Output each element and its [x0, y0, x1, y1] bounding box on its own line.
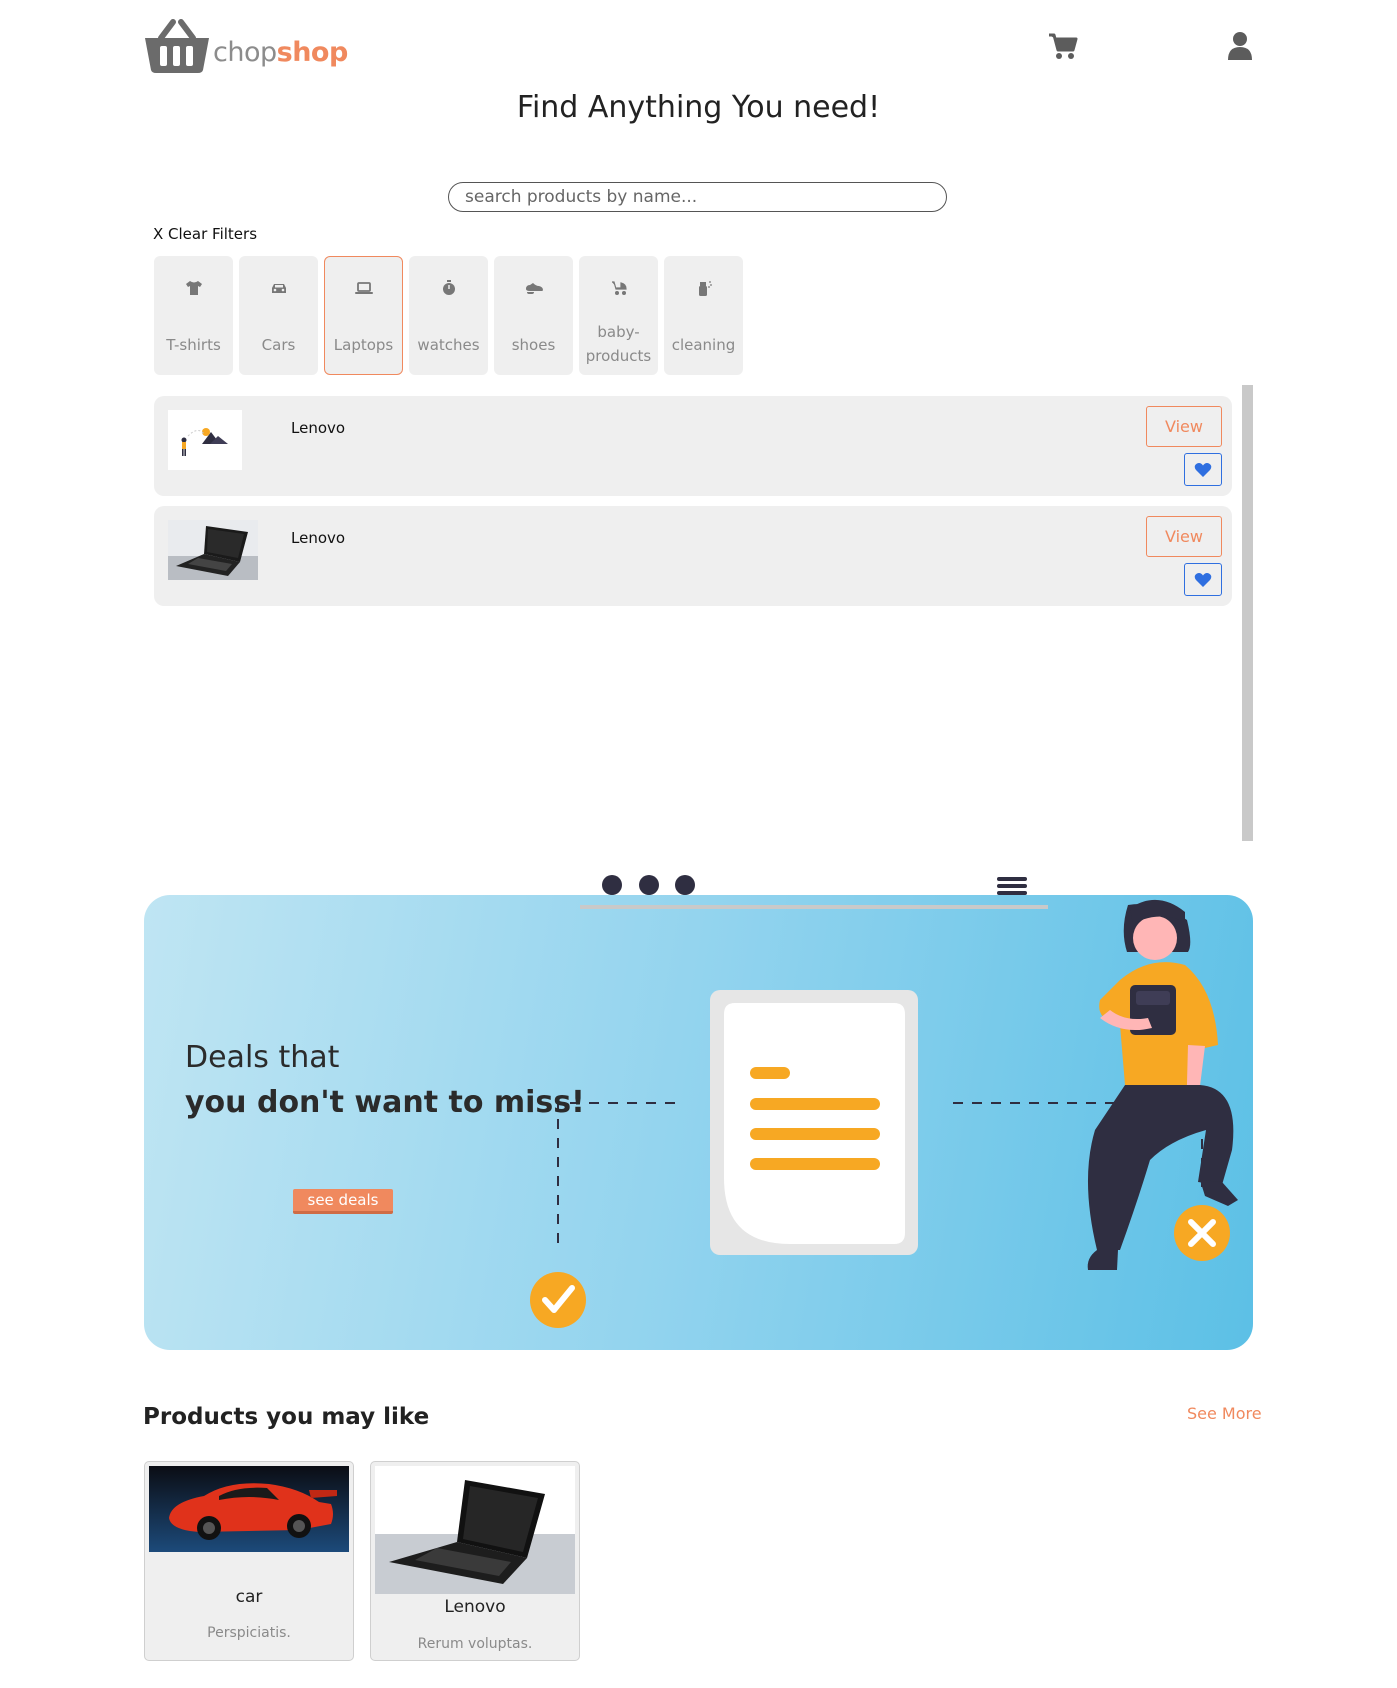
- user-icon[interactable]: [1227, 31, 1253, 61]
- product-card-description: Rerum voluptas.: [417, 1636, 533, 1652]
- product-card-name: car: [235, 1587, 263, 1607]
- logo-text: chopshop: [213, 37, 348, 68]
- product-image: [375, 1466, 575, 1594]
- product-card[interactable]: car Perspiciatis.: [144, 1461, 354, 1661]
- category-laptops[interactable]: Laptops: [324, 256, 403, 375]
- logo-word-shop: shop: [276, 37, 349, 68]
- spray-bottle-icon: [698, 281, 712, 296]
- category-shoes[interactable]: shoes: [494, 256, 573, 375]
- favorite-button[interactable]: [1184, 453, 1222, 486]
- category-label: shoes: [511, 336, 556, 354]
- logo-word-chop: chop: [213, 37, 277, 68]
- category-tshirts[interactable]: T-shirts: [154, 256, 233, 375]
- basket-icon: [145, 19, 209, 73]
- category-label: baby-products: [585, 323, 652, 365]
- red-car-photo: [149, 1466, 349, 1552]
- product-image: [149, 1466, 349, 1552]
- tshirt-icon: [185, 281, 202, 295]
- result-row: Lenovo View: [154, 506, 1232, 606]
- category-baby-products[interactable]: baby-products: [579, 256, 658, 375]
- logo[interactable]: chopshop: [143, 18, 348, 74]
- see-more-link[interactable]: See More: [1187, 1404, 1262, 1423]
- recommended-section-title: Products you may like: [143, 1404, 430, 1430]
- view-button[interactable]: View: [1146, 516, 1222, 557]
- category-label: Laptops: [333, 336, 394, 354]
- laptop-icon: [354, 282, 373, 294]
- category-cleaning[interactable]: cleaning: [664, 256, 743, 375]
- result-product-name: Lenovo: [291, 419, 346, 437]
- stopwatch-icon: [442, 280, 455, 295]
- car-icon: [271, 284, 286, 293]
- image-placeholder-illustration: [168, 410, 242, 470]
- category-cars[interactable]: Cars: [239, 256, 318, 375]
- product-thumbnail: [168, 410, 242, 470]
- results-scrollbar[interactable]: [1242, 385, 1253, 841]
- category-watches[interactable]: watches: [409, 256, 488, 375]
- heart-icon: [1194, 462, 1212, 477]
- category-label: cleaning: [671, 336, 736, 354]
- favorite-button[interactable]: [1184, 563, 1222, 596]
- baby-carriage-icon: [611, 281, 627, 295]
- product-card-name: Lenovo: [444, 1597, 506, 1617]
- product-thumbnail: [168, 520, 258, 580]
- product-results-list: Lenovo View Lenovo View: [154, 385, 1254, 841]
- laptop-photo: [375, 1466, 575, 1594]
- category-label: T-shirts: [166, 336, 221, 354]
- heart-icon: [1194, 572, 1212, 587]
- shoe-icon: [525, 283, 543, 294]
- laptop-photo: [168, 520, 258, 580]
- see-deals-button[interactable]: see deals: [293, 1189, 393, 1214]
- category-filter-list: T-shirts Cars Laptops watches shoes baby…: [154, 256, 743, 375]
- banner-headline-line1: Deals that: [185, 1040, 340, 1075]
- category-label: watches: [417, 336, 480, 354]
- product-card-description: Perspiciatis.: [207, 1625, 291, 1641]
- product-card[interactable]: Lenovo Rerum voluptas.: [370, 1461, 580, 1661]
- result-row: Lenovo View: [154, 396, 1232, 496]
- result-product-name: Lenovo: [291, 529, 346, 547]
- shopping-cart-icon[interactable]: [1048, 32, 1078, 60]
- page-headline: Find Anything You need!: [516, 90, 881, 125]
- banner-headline-line2: you don't want to miss!: [185, 1085, 585, 1120]
- view-button[interactable]: View: [1146, 406, 1222, 447]
- deals-banner: [144, 895, 1253, 1350]
- category-label: Cars: [261, 336, 296, 354]
- search-input[interactable]: [448, 182, 947, 212]
- clear-filters-button[interactable]: X Clear Filters: [153, 225, 257, 243]
